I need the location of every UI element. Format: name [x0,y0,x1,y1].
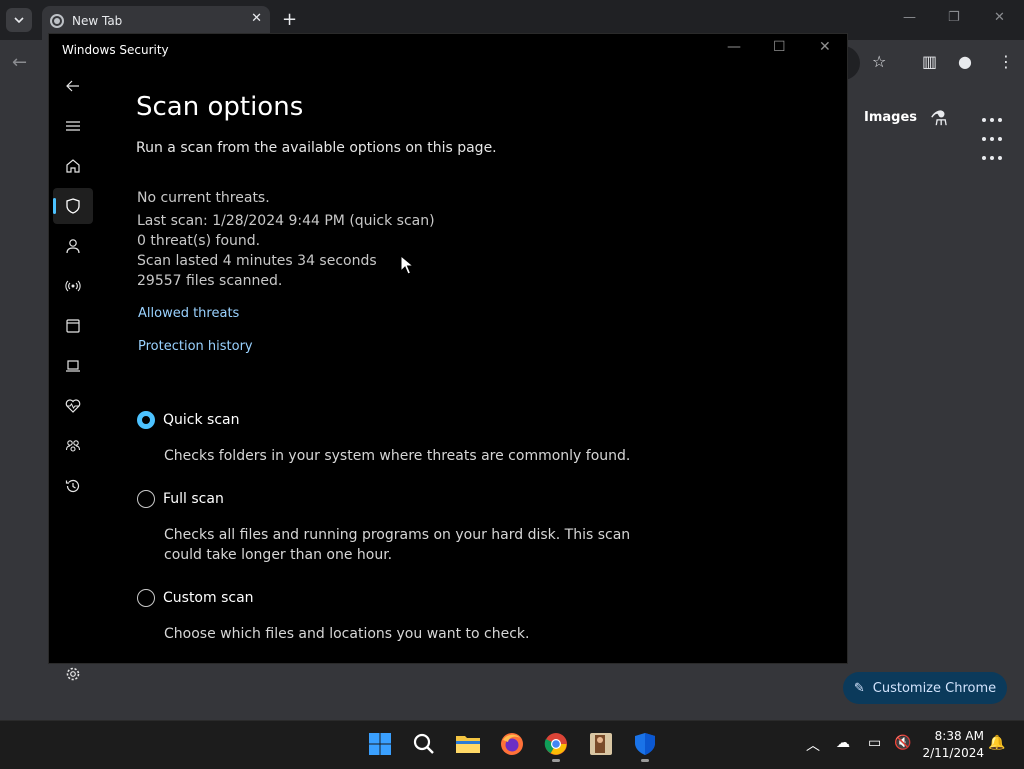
nav-firewall[interactable] [53,268,93,304]
quick-scan-label: Quick scan [163,412,240,428]
notification-bell-icon[interactable]: 🔔 [988,735,1005,751]
side-panel-icon[interactable]: ▥ [922,52,937,71]
account-icon [66,239,80,254]
custom-scan-radio[interactable] [137,589,155,607]
family-icon [65,440,81,452]
customize-chrome-button[interactable]: ✎ Customize Chrome [843,672,1007,704]
nav-account-protection[interactable] [53,228,93,264]
network-status-icon[interactable]: ▭ [868,735,881,751]
mouse-cursor-icon [400,255,414,275]
quick-scan-description: Checks folders in your system where thre… [164,448,631,464]
nav-home[interactable] [53,148,93,184]
protection-history-link[interactable]: Protection history [138,339,253,354]
running-indicator [641,759,649,762]
close-icon[interactable]: ✕ [819,39,831,55]
file-explorer-icon [456,736,480,753]
history-icon [65,479,80,493]
customize-chrome-label: Customize Chrome [872,680,997,696]
device-icon [66,360,80,372]
menu-icon [66,121,80,131]
profile-icon[interactable]: ● [958,52,972,71]
health-icon [65,399,81,413]
custom-scan-option[interactable]: Custom scan [137,589,254,607]
custom-scan-description: Choose which files and locations you wan… [164,626,530,642]
nav-device-security[interactable] [53,348,93,384]
back-icon [66,80,79,92]
file-explorer-button[interactable] [455,731,481,757]
new-tab-button[interactable]: + [282,8,297,32]
quick-scan-radio[interactable] [137,411,155,429]
windows-security-icon [635,733,655,755]
minimize-icon[interactable]: — [727,39,741,55]
windows-security-window: Windows Security — ☐ ✕ Scan options Run … [48,33,848,681]
taskbar-search-button[interactable] [411,731,437,757]
chevron-down-icon [14,17,24,23]
threat-status: No current threats. [137,190,270,206]
show-hidden-icons-chevron-up-icon[interactable]: ︿ [806,735,820,755]
nav-settings[interactable] [53,656,93,692]
pencil-icon: ✎ [853,680,865,696]
settings-icon [66,667,80,681]
nav-device-health[interactable] [53,388,93,424]
last-scan-info: Last scan: 1/28/2024 9:44 PM (quick scan… [137,213,435,229]
taskbar: ︿ ☁ ▭ 🔇 8:38 AM 2/11/2024 🔔 [0,720,1024,769]
clock-date: 2/11/2024 [922,746,984,760]
taskbar-clock[interactable]: 8:38 AM 2/11/2024 [920,728,984,762]
home-icon [66,159,80,173]
search-icon [413,733,434,754]
chrome-icon [544,733,567,755]
window-titlebar: Windows Security — ☐ ✕ [49,34,847,66]
tab-search-button[interactable] [6,8,32,32]
minimize-icon[interactable]: — [903,10,916,25]
full-scan-description: Checks all files and running programs on… [164,527,631,563]
images-link[interactable]: Images [864,110,917,125]
page-subtitle: Run a scan from the available options on… [136,140,497,156]
scan-duration: Scan lasted 4 minutes 34 seconds [137,253,377,269]
nav-app-browser-control[interactable] [53,308,93,344]
nav-virus-protection[interactable] [53,188,93,224]
threats-found: 0 threat(s) found. [137,233,261,249]
menu-button[interactable] [53,108,93,144]
custom-scan-label: Custom scan [163,590,254,606]
firefox-icon [501,733,523,755]
full-scan-radio[interactable] [137,490,155,508]
windows-security-button[interactable] [632,731,658,762]
network-icon [65,280,81,292]
shield-icon [66,198,80,214]
bookmark-star-icon[interactable]: ☆ [872,52,886,71]
game-app-button[interactable] [588,731,614,757]
labs-flask-icon[interactable]: ⚗ [930,106,948,130]
clock-time: 8:38 AM [934,729,984,743]
app-browser-icon [66,319,80,333]
close-tab-icon[interactable]: ✕ [251,11,262,26]
window-title: Windows Security [62,43,169,57]
restore-icon[interactable]: ❐ [948,10,960,25]
allowed-threats-link[interactable]: Allowed threats [138,306,239,321]
running-indicator [552,759,560,762]
tab-title: New Tab [72,14,123,28]
security-nav [49,66,97,681]
files-scanned: 29557 files scanned. [137,273,283,289]
page-title: Scan options [136,92,304,122]
quick-scan-option[interactable]: Quick scan [137,411,239,429]
full-scan-option[interactable]: Full scan [137,490,224,508]
windows-start-icon [369,733,391,755]
onedrive-offline-icon[interactable]: ☁ [836,735,850,751]
nav-protection-history[interactable] [53,468,93,504]
nav-family-options[interactable] [53,428,93,464]
maximize-icon[interactable]: ☐ [773,39,786,55]
full-scan-label: Full scan [163,491,224,507]
chrome-favicon-icon [50,14,64,28]
firefox-button[interactable] [499,731,525,757]
chrome-taskbar-button[interactable] [543,731,569,762]
google-apps-icon[interactable] [980,108,1004,165]
close-window-icon[interactable]: ✕ [994,10,1005,25]
volume-muted-icon[interactable]: 🔇 [894,735,911,751]
back-button[interactable] [53,68,93,104]
start-button[interactable] [367,731,393,757]
browser-back-icon[interactable]: ← [12,52,27,73]
game-app-icon [590,733,612,755]
chrome-menu-icon[interactable]: ⋮ [998,52,1014,71]
